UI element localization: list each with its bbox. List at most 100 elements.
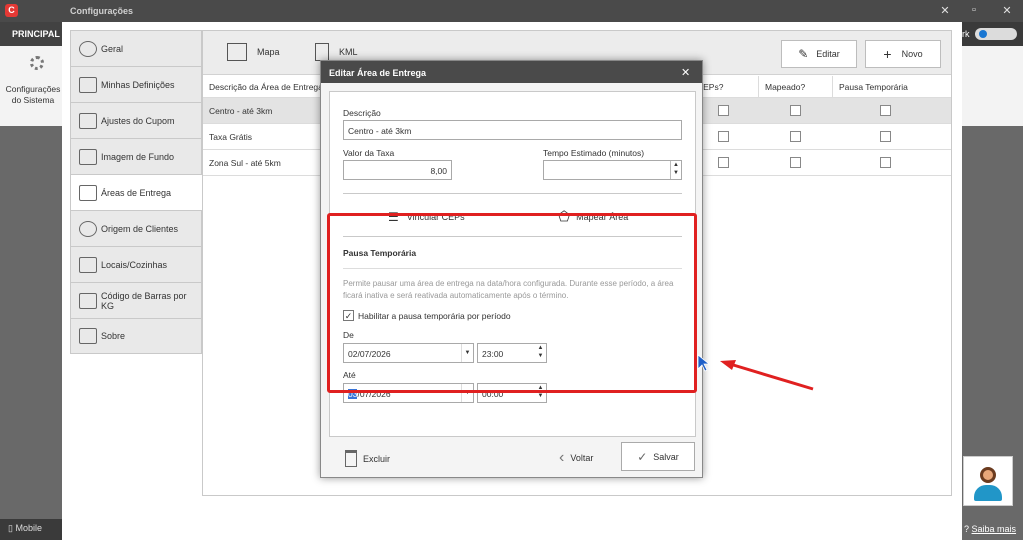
sidebar-item-label: Ajustes do Cupom	[101, 115, 175, 126]
restore-window-button[interactable]: ▫	[966, 4, 982, 16]
settings-sidebar: Geral Minhas Definições Ajustes do Cupom…	[70, 30, 202, 354]
mobile-button[interactable]: ▯ Mobile	[0, 519, 62, 540]
sidebar-item-locais-cozinhas[interactable]: Locais/Cozinhas	[70, 246, 202, 282]
mapeado-checkbox[interactable]	[790, 105, 801, 116]
novo-button[interactable]: + Novo	[865, 40, 941, 68]
column-header[interactable]: Mapeado?	[759, 76, 833, 98]
pencil-icon: ✎	[798, 47, 809, 61]
file-icon	[315, 43, 329, 61]
window-title: Configurações	[70, 6, 134, 16]
sidebar-item-areas-entrega[interactable]: Áreas de Entrega	[70, 174, 202, 210]
pausa-checkbox[interactable]	[880, 157, 891, 168]
row-description: Zona Sul - até 5km	[209, 158, 281, 168]
map-icon	[227, 43, 247, 61]
check-icon: ✓	[637, 449, 648, 464]
taxa-input[interactable]: 8,00	[343, 160, 452, 180]
excluir-label: Excluir	[363, 453, 391, 464]
sidebar-item-label: Origem de Clientes	[101, 223, 179, 234]
editar-label: Editar	[816, 49, 840, 59]
monitor-icon	[79, 328, 97, 344]
pausa-checkbox[interactable]	[880, 105, 891, 116]
mapa-label: Mapa	[257, 47, 280, 57]
editar-button[interactable]: ✎ Editar	[781, 40, 857, 68]
sidebar-item-geral[interactable]: Geral	[70, 30, 202, 66]
mapa-button[interactable]: Mapa	[227, 43, 280, 61]
close-settings-button[interactable]: ✕	[937, 4, 953, 17]
mapeado-checkbox[interactable]	[790, 157, 801, 168]
right-tab-text: rk	[962, 29, 970, 39]
mapeado-checkbox[interactable]	[790, 131, 801, 142]
arrow-head	[720, 360, 736, 370]
support-avatar-button[interactable]	[963, 456, 1013, 506]
list-icon	[79, 76, 97, 93]
pausa-checkbox[interactable]	[880, 131, 891, 142]
trash-icon	[345, 450, 357, 467]
sidebar-item-sobre[interactable]: Sobre	[70, 318, 202, 354]
saiba-mais-link[interactable]: ? Saiba mais	[964, 524, 1016, 534]
ceps-checkbox[interactable]	[718, 131, 729, 142]
avatar-body-icon	[974, 485, 1002, 501]
plus-icon: +	[883, 46, 892, 62]
divider	[343, 193, 682, 194]
sidebar-item-origem-clientes[interactable]: Origem de Clientes	[70, 210, 202, 246]
sidebar-item-label: Sobre	[101, 331, 126, 341]
salvar-label: Salvar	[653, 451, 679, 462]
sidebar-item-imagem-fundo[interactable]: Imagem de Fundo	[70, 138, 202, 174]
column-header[interactable]: Pausa Temporária	[833, 76, 951, 98]
annotation-arrow-icon	[697, 354, 814, 391]
dialog-close-button[interactable]: ✕	[681, 66, 690, 79]
app-logo-icon: C	[5, 4, 18, 17]
pausa-highlight-box	[327, 213, 697, 393]
sidebar-item-label: Geral	[101, 43, 124, 54]
gear-icon	[79, 40, 97, 57]
printer-icon	[79, 256, 97, 273]
dialog-footer: Excluir ‹ Voltar ✓ Salvar	[321, 442, 702, 478]
tempo-input[interactable]: ▲ ▼	[543, 160, 682, 180]
title-bar: Configurações	[0, 0, 1023, 22]
dialog-title: Editar Área de Entrega	[321, 61, 702, 83]
sidebar-item-codigo-barras[interactable]: Código de Barras por KG	[70, 282, 202, 318]
sidebar-item-label: Imagem de Fundo	[101, 151, 175, 162]
right-ribbon	[962, 46, 1023, 126]
sidebar-item-label: Minhas Definições	[101, 79, 175, 90]
descricao-label: Descrição	[343, 108, 381, 118]
sidebar-item-ajustes-cupom[interactable]: Ajustes do Cupom	[70, 102, 202, 138]
tab-principal[interactable]: PRINCIPAL	[12, 29, 60, 39]
arrow-shaft	[729, 362, 814, 391]
sidebar-item-label: Locais/Cozinhas	[101, 259, 168, 270]
tempo-spinner[interactable]: ▲ ▼	[670, 161, 681, 179]
tempo-label: Tempo Estimado (minutos)	[543, 148, 645, 158]
excluir-button[interactable]: Excluir	[345, 450, 390, 467]
mouse-cursor-icon	[697, 354, 711, 372]
sidebar-item-label: Áreas de Entrega	[101, 187, 172, 198]
taxa-label: Valor da Taxa	[343, 148, 395, 158]
receipt-icon	[79, 112, 97, 129]
sidebar-item-minhas-definicoes[interactable]: Minhas Definições	[70, 66, 202, 102]
dark-mode-toggle[interactable]	[975, 28, 1017, 40]
sidebar-item-label: Código de Barras por KG	[101, 290, 187, 311]
novo-label: Novo	[901, 49, 923, 59]
ceps-checkbox[interactable]	[718, 157, 729, 168]
map-icon	[79, 184, 97, 201]
chevron-left-icon: ‹	[559, 449, 565, 466]
ceps-checkbox[interactable]	[718, 105, 729, 116]
barcode-icon	[79, 292, 97, 309]
salvar-button[interactable]: ✓ Salvar	[621, 442, 695, 471]
voltar-button[interactable]: ‹ Voltar	[559, 449, 593, 467]
kml-label: KML	[339, 47, 358, 57]
row-description: Centro - até 3km	[209, 106, 273, 116]
saiba-mais-label: Saiba mais	[971, 524, 1017, 534]
person-icon	[79, 220, 97, 237]
close-window-button[interactable]: ✕	[999, 4, 1015, 17]
edit-area-dialog: Editar Área de Entrega ✕ Descrição Centr…	[320, 60, 703, 478]
avatar-head-icon	[980, 467, 996, 483]
voltar-label: Voltar	[570, 453, 594, 463]
mobile-label: Mobile	[15, 523, 42, 533]
row-description: Taxa Grátis	[209, 132, 252, 142]
image-icon	[79, 148, 97, 165]
config-system-button[interactable]: Configurações do Sistema	[2, 84, 64, 106]
descricao-input[interactable]: Centro - até 3km	[343, 120, 682, 140]
gear-icon	[30, 56, 44, 70]
kml-button[interactable]: KML	[315, 43, 358, 61]
help-icon: ?	[964, 524, 970, 534]
